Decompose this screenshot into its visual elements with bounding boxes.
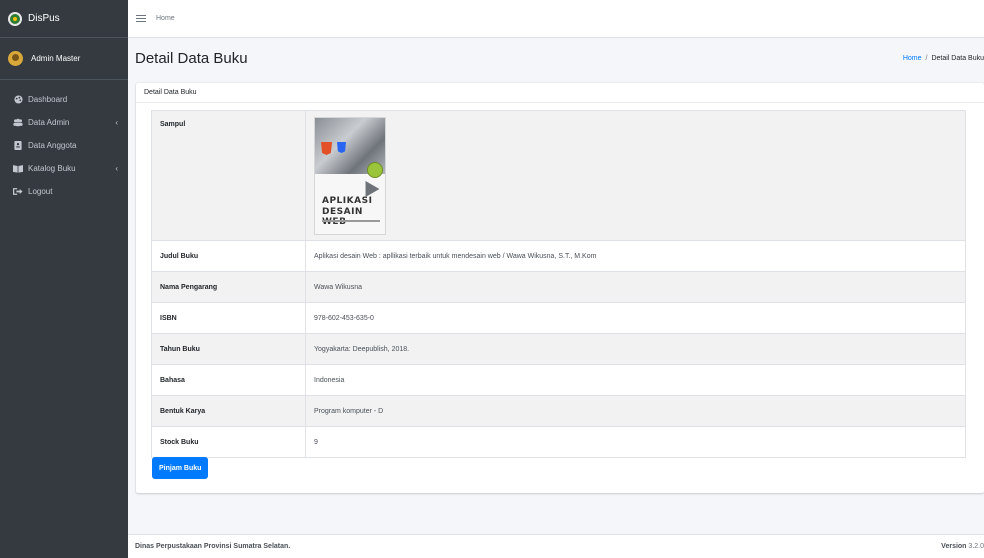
row-value: Program komputer - D: [305, 395, 966, 427]
sidebar-item-data-admin[interactable]: Data Admin ‹: [0, 111, 128, 134]
menu-toggle-icon[interactable]: [136, 15, 146, 22]
breadcrumb-active: Detail Data Buku: [931, 54, 984, 62]
footer-version: Version 3.2.0: [941, 543, 984, 550]
chevron-left-icon: ‹: [115, 164, 118, 173]
row-label: Bahasa: [151, 364, 306, 396]
chevron-left-icon: ‹: [115, 118, 118, 127]
content-header: Detail Data Buku Home / Detail Data Buku: [128, 38, 984, 78]
table-row: Judul Buku Aplikasi desain Web : apllika…: [151, 240, 966, 272]
sidebar-item-label: Dashboard: [28, 95, 68, 104]
sidebar-item-label: Data Admin: [28, 118, 70, 127]
badge-icon: [367, 162, 383, 178]
sidebar-item-katalog-buku[interactable]: Katalog Buku ‹: [0, 157, 128, 180]
table-row: Bentuk Karya Program komputer - D: [151, 395, 966, 427]
footer-credit: Dinas Perpustakaan Provinsi Sumatra Sela…: [135, 543, 291, 550]
detail-card: Detail Data Buku Sampul APLIKASI DESAIN …: [136, 83, 984, 493]
book-icon: [13, 164, 23, 173]
brand-name: DisPus: [28, 13, 60, 24]
sign-out-icon: [13, 187, 23, 196]
table-row: Sampul APLIKASI DESAIN WEB: [151, 110, 966, 241]
row-value: Aplikasi desain Web : apllikasi terbaik …: [305, 240, 966, 272]
user-panel[interactable]: Admin Master: [0, 38, 128, 80]
row-label: Bentuk Karya: [151, 395, 306, 427]
sidebar-item-logout[interactable]: Logout: [0, 180, 128, 203]
version-number: 3.2.0: [968, 543, 984, 550]
row-value: APLIKASI DESAIN WEB: [305, 110, 966, 241]
row-label: ISBN: [151, 302, 306, 334]
top-navbar: Home: [128, 0, 984, 38]
id-card-icon: [13, 141, 23, 150]
table-row: Bahasa Indonesia: [151, 364, 966, 396]
breadcrumb-separator: /: [925, 54, 928, 62]
brand-logo-icon: [8, 11, 22, 26]
sidebar-item-label: Logout: [28, 187, 53, 196]
row-label: Tahun Buku: [151, 333, 306, 365]
breadcrumb: Home / Detail Data Buku: [903, 55, 984, 62]
sidebar-nav: Dashboard Data Admin ‹ Data Anggota Kata…: [0, 80, 128, 203]
main-footer: Dinas Perpustakaan Provinsi Sumatra Sela…: [128, 534, 984, 558]
row-value: 9: [305, 426, 966, 458]
row-label: Nama Pengarang: [151, 271, 306, 303]
version-label: Version: [941, 543, 967, 550]
detail-table: Sampul APLIKASI DESAIN WEB Judul Buku Ap…: [151, 110, 966, 458]
sidebar-item-dashboard[interactable]: Dashboard: [0, 88, 128, 111]
sidebar-item-label: Katalog Buku: [28, 164, 76, 173]
palette-icon: [13, 95, 23, 104]
sidebar-item-label: Data Anggota: [28, 141, 77, 150]
table-row: Nama Pengarang Wawa Wikusna: [151, 271, 966, 303]
brand-link[interactable]: DisPus: [0, 0, 128, 38]
html5-logo-icon: [321, 142, 332, 155]
sidebar-item-data-anggota[interactable]: Data Anggota: [0, 134, 128, 157]
row-value: 978-602-453-635-0: [305, 302, 966, 334]
book-cover-image: APLIKASI DESAIN WEB: [314, 117, 386, 235]
row-value: Wawa Wikusna: [305, 271, 966, 303]
cover-title-line1: APLIKASI: [322, 196, 373, 206]
card-header: Detail Data Buku: [136, 83, 984, 103]
row-value: Indonesia: [305, 364, 966, 396]
users-icon: [13, 118, 23, 127]
avatar: [8, 51, 23, 66]
table-row: Stock Buku 9: [151, 426, 966, 458]
card-title: Detail Data Buku: [144, 89, 197, 96]
pinjam-buku-button[interactable]: Pinjam Buku: [152, 457, 209, 479]
cursor-icon: [358, 176, 380, 198]
cover-title-line2: DESAIN WEB: [322, 207, 363, 227]
row-label: Sampul: [151, 110, 306, 241]
table-row: Tahun Buku Yogyakarta: Deepublish, 2018.: [151, 333, 966, 365]
page-title: Detail Data Buku: [135, 49, 248, 67]
main-sidebar: DisPus Admin Master Dashboard Data Admin…: [0, 0, 128, 558]
top-home-link[interactable]: Home: [156, 15, 175, 22]
user-name: Admin Master: [31, 54, 81, 63]
row-value: Yogyakarta: Deepublish, 2018.: [305, 333, 966, 365]
row-label: Judul Buku: [151, 240, 306, 272]
breadcrumb-home-link[interactable]: Home: [903, 55, 922, 62]
css3-logo-icon: [337, 142, 346, 153]
row-label: Stock Buku: [151, 426, 306, 458]
table-row: ISBN 978-602-453-635-0: [151, 302, 966, 334]
